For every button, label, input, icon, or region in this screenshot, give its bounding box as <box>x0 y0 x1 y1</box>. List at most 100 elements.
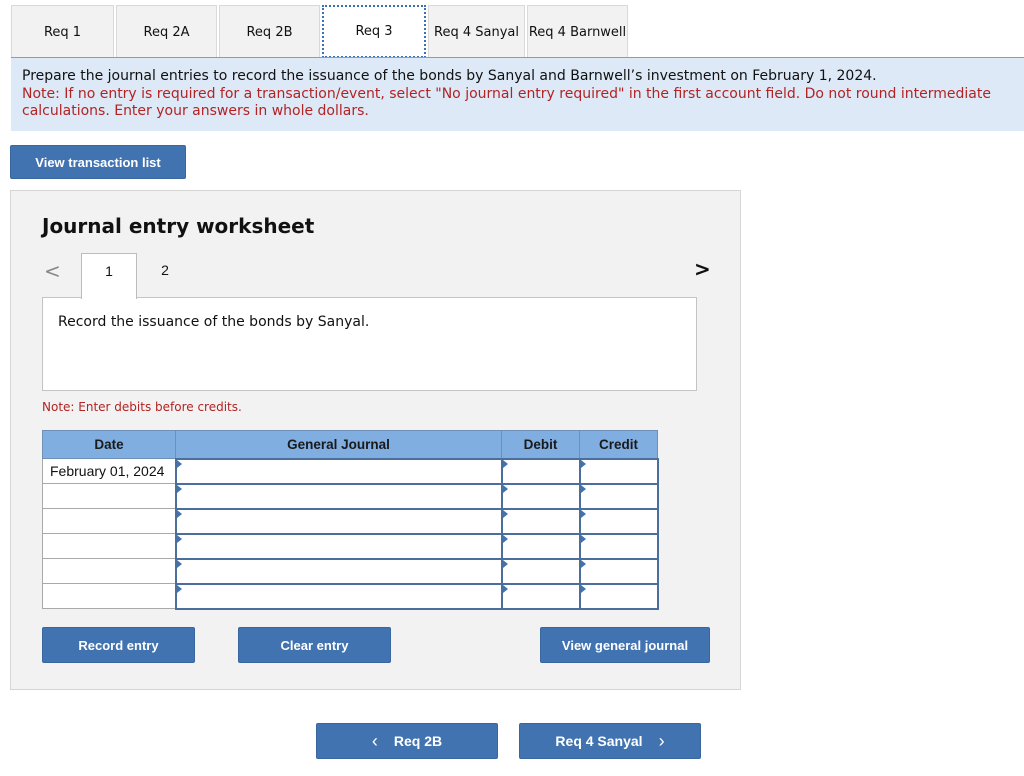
account-input[interactable] <box>176 534 501 558</box>
credit-cell[interactable] <box>578 482 659 510</box>
account-cell[interactable] <box>174 457 503 485</box>
description-text: Record the issuance of the bonds by Sany… <box>58 314 370 330</box>
credit-input[interactable] <box>580 559 657 583</box>
debit-input[interactable] <box>502 459 579 483</box>
next-requirement-label: Req 4 Sanyal <box>555 733 643 749</box>
dropdown-marker-icon <box>176 509 182 518</box>
clear-entry-button[interactable]: Clear entry <box>238 627 391 663</box>
record-entry-button[interactable]: Record entry <box>42 627 195 663</box>
debit-cell[interactable] <box>500 532 581 560</box>
account-cell[interactable] <box>174 582 503 610</box>
chevron-left-icon: ‹ <box>371 730 378 751</box>
account-input[interactable] <box>176 484 501 508</box>
debit-cell[interactable] <box>500 507 581 535</box>
table-row <box>42 582 659 610</box>
chevron-right-icon[interactable]: > <box>694 257 711 281</box>
prev-requirement-button[interactable]: ‹ Req 2B <box>316 723 498 759</box>
entry-page-tab-1[interactable]: 1 <box>81 253 137 299</box>
debit-input[interactable] <box>502 484 579 508</box>
credit-input[interactable] <box>580 534 657 558</box>
tab-label: Req 1 <box>43 24 82 40</box>
debit-input[interactable] <box>502 509 579 533</box>
tab-label: Req 2B <box>246 24 293 40</box>
requirement-tabs: Req 1 Req 2A Req 2B Req 3 Req 4 Sanyal R… <box>11 5 630 58</box>
credit-input[interactable] <box>580 509 657 533</box>
tab-req-1[interactable]: Req 1 <box>11 5 114 58</box>
tab-req-3[interactable]: Req 3 <box>322 5 426 58</box>
journal-entry-worksheet: Journal entry worksheet < > 1 2 Record t… <box>10 190 741 690</box>
input-marker-icon <box>502 559 508 568</box>
instructions-text: Prepare the journal entries to record th… <box>22 68 877 84</box>
account-cell[interactable] <box>174 532 503 560</box>
date-cell[interactable] <box>42 483 176 509</box>
view-general-journal-button[interactable]: View general journal <box>540 627 710 663</box>
header-debit: Debit <box>501 430 580 459</box>
debit-input[interactable] <box>502 559 579 583</box>
table-row <box>42 507 659 535</box>
input-marker-icon <box>580 459 586 468</box>
input-marker-icon <box>502 459 508 468</box>
input-marker-icon <box>502 509 508 518</box>
instructions-box: Prepare the journal entries to record th… <box>11 58 1024 131</box>
debit-cell[interactable] <box>500 457 581 485</box>
input-marker-icon <box>502 534 508 543</box>
input-marker-icon <box>580 584 586 593</box>
credit-cell[interactable] <box>578 507 659 535</box>
page-tab-label: 2 <box>161 262 169 278</box>
account-input[interactable] <box>176 559 501 583</box>
date-cell[interactable] <box>42 583 176 609</box>
view-transaction-list-button[interactable]: View transaction list <box>10 145 186 179</box>
chevron-left-icon[interactable]: < <box>44 259 61 283</box>
page-tab-label: 1 <box>105 263 113 279</box>
debit-cell[interactable] <box>500 482 581 510</box>
input-marker-icon <box>580 559 586 568</box>
credit-cell[interactable] <box>578 532 659 560</box>
dropdown-marker-icon <box>176 484 182 493</box>
account-input[interactable] <box>176 509 501 533</box>
credit-input[interactable] <box>580 584 657 608</box>
date-cell[interactable] <box>42 508 176 534</box>
account-cell[interactable] <box>174 507 503 535</box>
table-row <box>42 557 659 585</box>
header-credit: Credit <box>579 430 658 459</box>
tab-req-2b[interactable]: Req 2B <box>219 5 320 58</box>
date-cell[interactable]: February 01, 2024 <box>42 458 176 484</box>
tab-req-2a[interactable]: Req 2A <box>116 5 217 58</box>
dropdown-marker-icon <box>176 559 182 568</box>
account-cell[interactable] <box>174 557 503 585</box>
debit-cell[interactable] <box>500 557 581 585</box>
credit-cell[interactable] <box>578 557 659 585</box>
debit-cell[interactable] <box>500 582 581 610</box>
input-marker-icon <box>580 509 586 518</box>
credit-cell[interactable] <box>578 582 659 610</box>
date-cell[interactable] <box>42 533 176 559</box>
tab-req-4-sanyal[interactable]: Req 4 Sanyal <box>428 5 525 58</box>
journal-table: Date General Journal Debit Credit Februa… <box>42 430 659 610</box>
debit-input[interactable] <box>502 534 579 558</box>
input-marker-icon <box>580 484 586 493</box>
dropdown-marker-icon <box>176 534 182 543</box>
credit-input[interactable] <box>580 459 657 483</box>
table-row: February 01, 2024 <box>42 457 659 485</box>
account-input[interactable] <box>176 459 501 483</box>
debit-note: Note: Enter debits before credits. <box>42 400 242 414</box>
account-input[interactable] <box>176 584 501 608</box>
tab-label: Req 2A <box>143 24 190 40</box>
entry-page-tab-2[interactable]: 2 <box>137 253 193 298</box>
account-cell[interactable] <box>174 482 503 510</box>
input-marker-icon <box>502 484 508 493</box>
input-marker-icon <box>580 534 586 543</box>
instructions-note: Note: If no entry is required for a tran… <box>22 85 991 120</box>
tab-req-4-barnwell[interactable]: Req 4 Barnwell <box>527 5 628 58</box>
credit-cell[interactable] <box>578 457 659 485</box>
tab-label: Req 3 <box>355 24 393 39</box>
prev-requirement-label: Req 2B <box>393 733 443 749</box>
header-general-journal: General Journal <box>175 430 502 459</box>
credit-input[interactable] <box>580 484 657 508</box>
debit-input[interactable] <box>502 584 579 608</box>
chevron-right-icon: › <box>658 730 665 751</box>
table-row <box>42 532 659 560</box>
date-cell[interactable] <box>42 558 176 584</box>
next-requirement-button[interactable]: Req 4 Sanyal › <box>519 723 701 759</box>
transaction-description: Record the issuance of the bonds by Sany… <box>42 297 697 391</box>
